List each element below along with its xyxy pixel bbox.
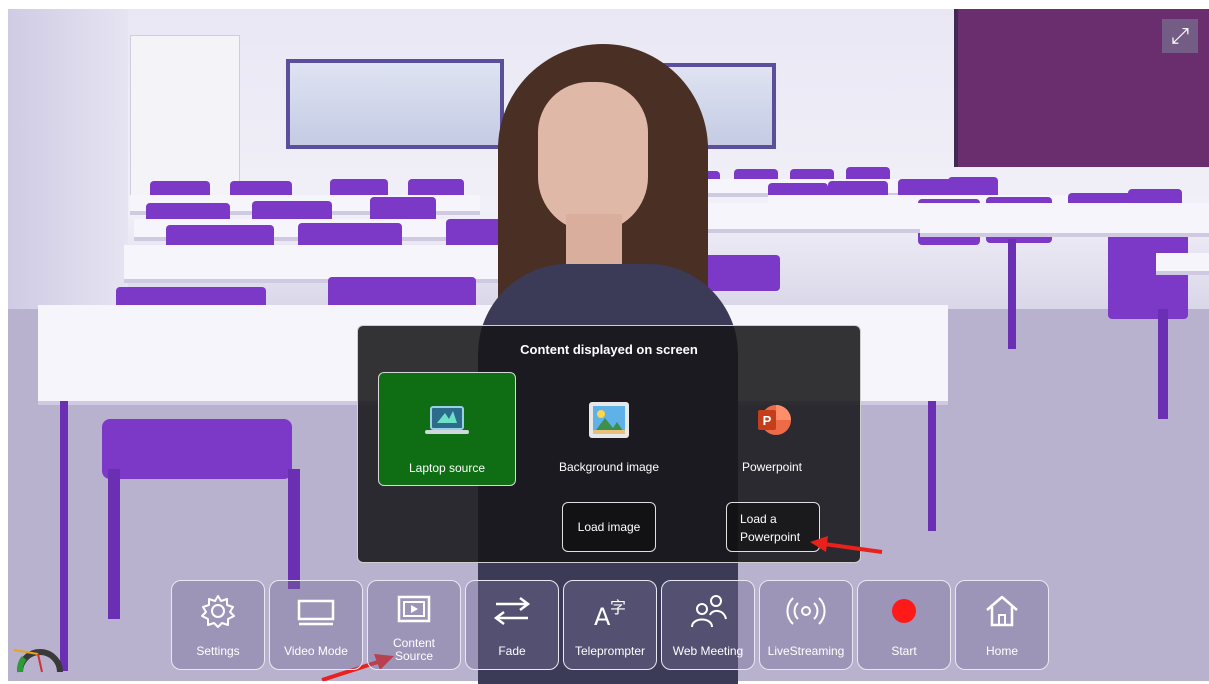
gauge-icon (13, 649, 63, 673)
load-powerpoint-label-line1: Load a (740, 512, 777, 526)
translate-icon: A 字 (594, 598, 626, 629)
window (286, 59, 504, 149)
powerpoint-icon: P (758, 405, 791, 435)
start-label: Start (891, 644, 917, 658)
background-image-label: Background image (558, 460, 660, 474)
laptop-icon (425, 406, 469, 434)
content-source-label-line2: Source (394, 649, 434, 663)
teleprompter-label: Teleprompter (574, 644, 646, 658)
chair (102, 419, 292, 479)
chair-leg (288, 469, 300, 589)
content-source-panel: Content displayed on screen Laptop sourc… (357, 325, 861, 563)
home-button[interactable]: Home (955, 580, 1049, 670)
desk (1156, 253, 1209, 275)
laptop-source-option[interactable]: Laptop source (378, 372, 516, 486)
web-meeting-label: Web Meeting (672, 644, 744, 658)
svg-text:A: A (594, 603, 611, 629)
chair-leg (1158, 309, 1168, 419)
broadcast-icon (786, 597, 826, 625)
fade-label: Fade (498, 644, 526, 658)
chair-leg (1008, 239, 1016, 349)
people-icon (691, 595, 727, 628)
desk (920, 209, 1209, 237)
content-source-button[interactable]: Content Source (367, 580, 461, 670)
red-arrow-icon (810, 536, 883, 554)
cabinet (130, 35, 240, 197)
fade-button[interactable]: Fade (465, 580, 559, 670)
svg-text:P: P (763, 413, 772, 428)
home-icon (986, 595, 1018, 627)
chair-leg (108, 469, 120, 619)
swap-arrows-icon (493, 597, 531, 625)
start-button[interactable]: Start (857, 580, 951, 670)
load-image-button[interactable]: Load image (562, 502, 656, 552)
powerpoint-label: Powerpoint (741, 460, 803, 474)
home-label: Home (985, 644, 1018, 658)
laptop-source-label: Laptop source (408, 461, 486, 475)
load-image-label: Load image (577, 520, 641, 534)
content-source-icon (397, 595, 431, 623)
panel-title: Content displayed on screen (520, 342, 698, 357)
svg-text:字: 字 (610, 598, 626, 617)
livestreaming-button[interactable]: LiveStreaming (759, 580, 853, 670)
background-image-option[interactable]: Background image (541, 372, 677, 484)
powerpoint-option[interactable]: P Powerpoint (704, 372, 840, 484)
settings-label: Settings (196, 644, 240, 658)
desk-leg (928, 401, 936, 531)
teleprompter-button[interactable]: A 字 Teleprompter (563, 580, 657, 670)
load-powerpoint-label-line2: Powerpoint (740, 530, 801, 544)
web-meeting-button[interactable]: Web Meeting (661, 580, 755, 670)
livestreaming-label: LiveStreaming (767, 644, 845, 658)
video-mode-button[interactable]: Video Mode (269, 580, 363, 670)
presenter-face (538, 82, 648, 232)
monitor-icon (297, 599, 335, 626)
settings-button[interactable]: Settings (171, 580, 265, 670)
record-dot-icon (892, 599, 916, 623)
video-mode-label: Video Mode (284, 644, 348, 658)
gear-icon (201, 595, 235, 628)
image-icon (589, 402, 629, 438)
expand-arrows-icon[interactable]: ⤢ (1162, 19, 1198, 53)
